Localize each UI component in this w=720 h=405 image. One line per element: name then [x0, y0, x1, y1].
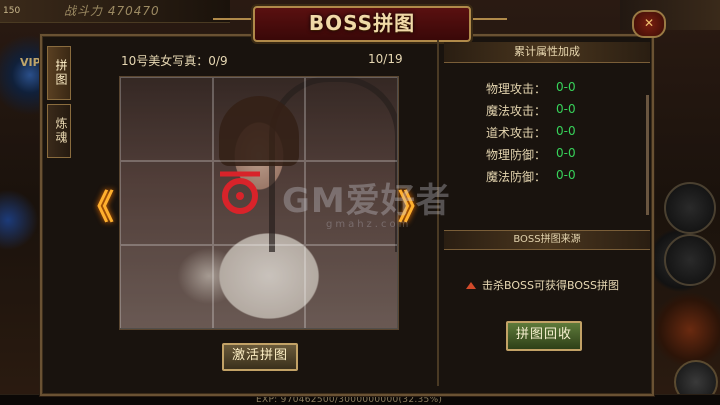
- puzzle-piece[interactable]: [120, 77, 213, 161]
- attribute-row: 物理攻击： 0-0: [486, 80, 576, 102]
- title-ornament-right: [467, 18, 507, 20]
- source-header: BOSS拼图来源: [444, 230, 650, 250]
- attribute-row: 魔法攻击： 0-0: [486, 102, 576, 124]
- attribute-row: 道术攻击： 0-0: [486, 124, 576, 146]
- activate-puzzle-button[interactable]: 激活拼图: [222, 343, 298, 371]
- attributes-header: 累计属性加成: [444, 42, 650, 63]
- prev-page-arrow-icon[interactable]: 《: [80, 180, 114, 229]
- puzzle-piece[interactable]: [305, 77, 398, 161]
- attribute-label: 物理攻击：: [486, 82, 547, 96]
- skill-button-1[interactable]: [664, 182, 716, 234]
- puzzle-piece[interactable]: [212, 245, 306, 329]
- attribute-row: 物理防御： 0-0: [486, 146, 576, 168]
- vip-badge[interactable]: VIP: [20, 56, 41, 69]
- tab-puzzle-label: 拼图: [54, 59, 68, 87]
- attribute-label: 魔法防御：: [486, 170, 547, 184]
- puzzle-piece[interactable]: [305, 245, 398, 329]
- attribute-label: 魔法攻击：: [486, 104, 547, 118]
- title-ornament-left: [213, 18, 253, 20]
- puzzle-title: 10号美女写真：0/9: [121, 54, 228, 68]
- attribute-row: 魔法防御： 0-0: [486, 168, 576, 190]
- watermark-logo-icon: [220, 171, 260, 214]
- window-title-text: BOSS拼图: [308, 11, 416, 35]
- player-level: 150: [3, 6, 21, 16]
- attribute-label: 道术攻击：: [486, 126, 547, 140]
- source-text: 击杀BOSS可获得BOSS拼图: [482, 279, 619, 292]
- watermark-subtext: gmahz.com: [326, 219, 412, 230]
- puzzle-piece[interactable]: [212, 77, 306, 161]
- attribute-value: 0-0: [556, 80, 576, 94]
- player-hud: 150 战斗力 470470: [0, 0, 230, 23]
- close-icon: ✕: [643, 16, 655, 30]
- tab-soul-refine[interactable]: 炼魂: [47, 104, 71, 158]
- recycle-puzzle-button[interactable]: 拼图回收: [506, 321, 582, 351]
- bullet-icon: [466, 281, 476, 289]
- close-button[interactable]: ✕: [632, 10, 666, 38]
- attribute-value: 0-0: [556, 168, 576, 182]
- combat-power: 战斗力 470470: [64, 4, 160, 18]
- puzzle-piece[interactable]: [120, 245, 213, 329]
- attribute-value: 0-0: [556, 146, 576, 160]
- puzzle-piece[interactable]: [120, 161, 213, 245]
- attribute-label: 物理防御：: [486, 148, 547, 162]
- attributes-list: 物理攻击： 0-0 魔法攻击： 0-0 道术攻击： 0-0 物理防御： 0-0 …: [486, 80, 576, 190]
- tab-soul-refine-label: 炼魂: [54, 117, 68, 145]
- watermark-text: GM爱好者: [282, 181, 451, 221]
- window-title: BOSS拼图: [253, 6, 471, 42]
- attribute-value: 0-0: [556, 124, 576, 138]
- exp-text: EXP: 970462500/3000000000(32.35%): [256, 395, 443, 405]
- source-item: 击杀BOSS可获得BOSS拼图: [466, 277, 619, 293]
- attribute-value: 0-0: [556, 102, 576, 116]
- attributes-scrollbar[interactable]: [646, 95, 649, 215]
- tab-puzzle[interactable]: 拼图: [47, 46, 71, 100]
- skill-button-2[interactable]: [664, 234, 716, 286]
- puzzle-page-count: 10/19: [368, 52, 403, 66]
